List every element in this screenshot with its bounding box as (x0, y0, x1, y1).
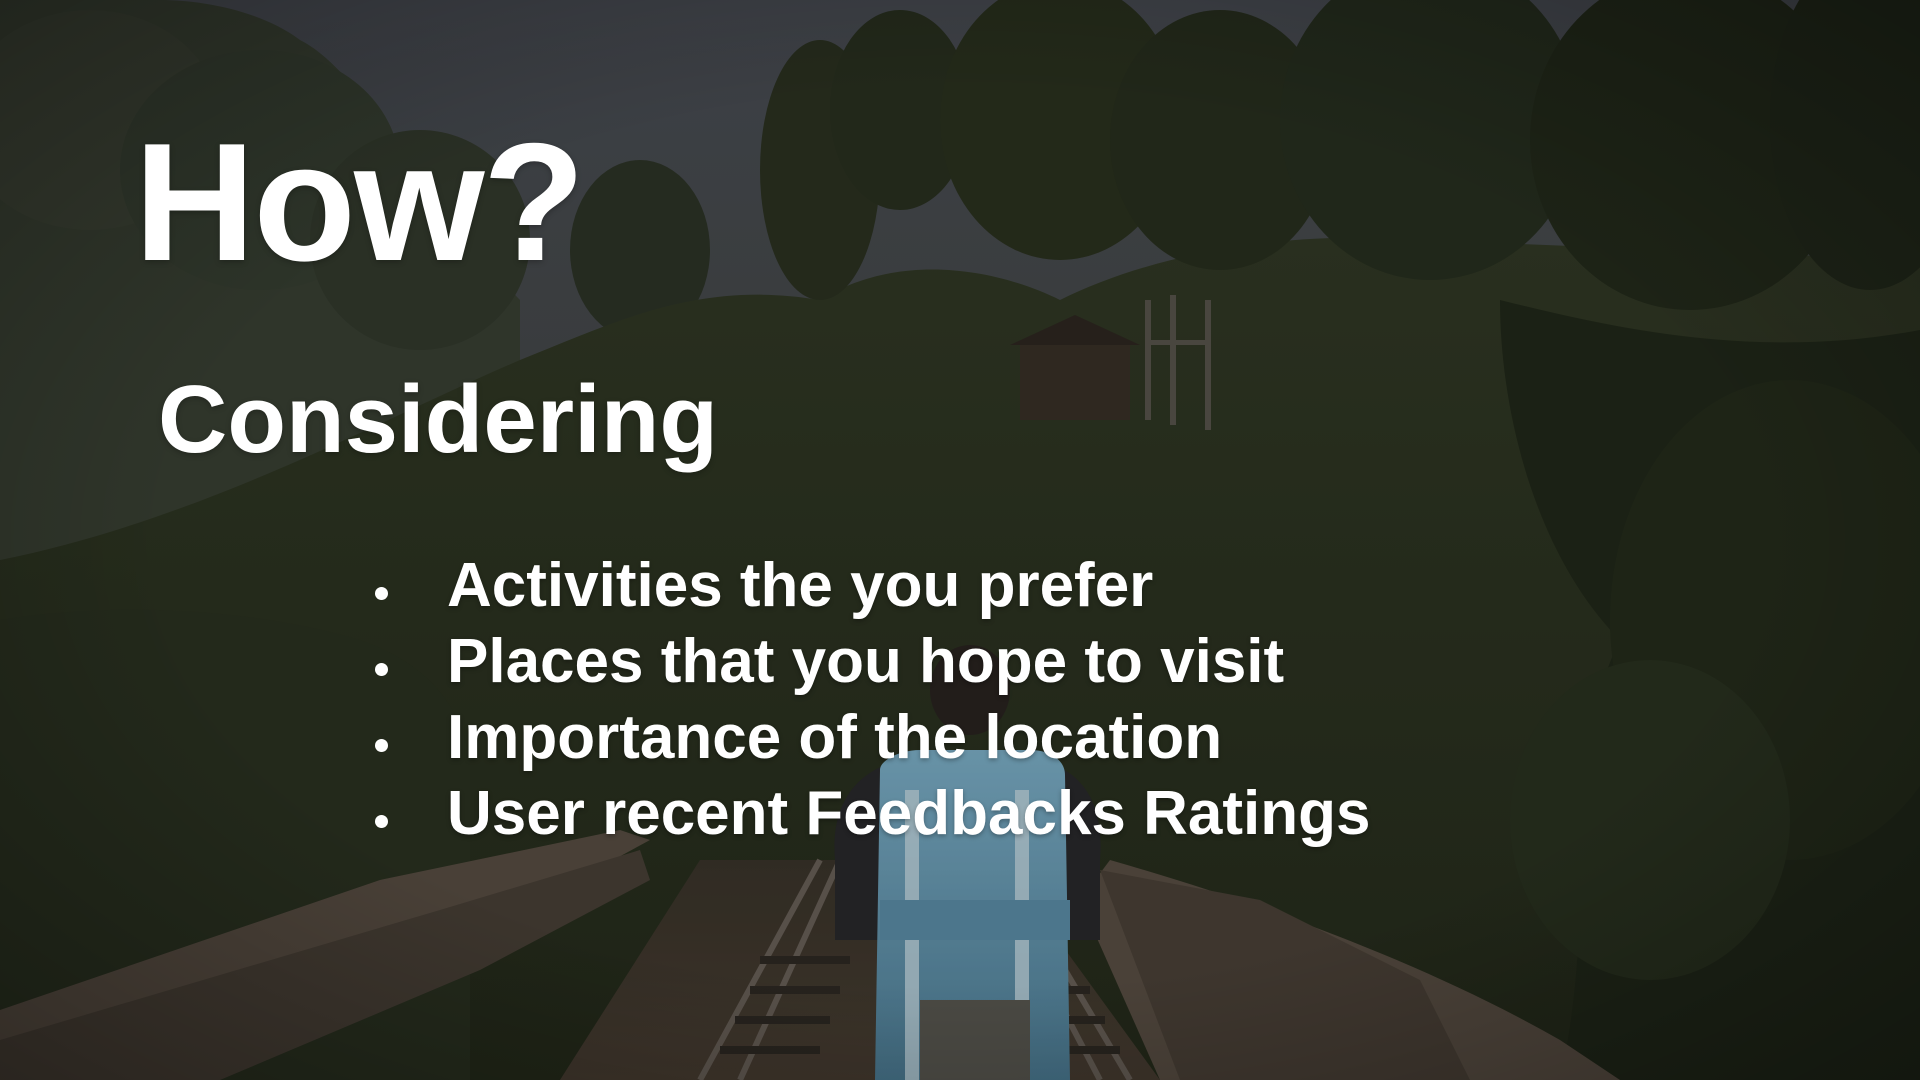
bullet-text: Importance of the location (447, 703, 1223, 772)
slide-subtitle: Considering (158, 366, 719, 473)
slide-title: How? (134, 108, 585, 296)
list-item: Importance of the location (375, 700, 1371, 776)
bullet-list: Activities the you prefer Places that yo… (375, 548, 1371, 852)
list-item: User recent Feedbacks Ratings (375, 776, 1371, 852)
list-item: Places that you hope to visit (375, 624, 1371, 700)
bullet-text: User recent Feedbacks Ratings (447, 779, 1371, 848)
list-item: Activities the you prefer (375, 548, 1371, 624)
bullet-dot-icon (375, 662, 388, 676)
bullet-dot-icon (375, 586, 388, 600)
bullet-dot-icon (375, 738, 388, 752)
bullet-text: Places that you hope to visit (447, 627, 1285, 696)
bullet-dot-icon (375, 814, 388, 828)
bullet-text: Activities the you prefer (447, 551, 1154, 620)
slide: How? Considering Activities the you pref… (0, 0, 1920, 1080)
